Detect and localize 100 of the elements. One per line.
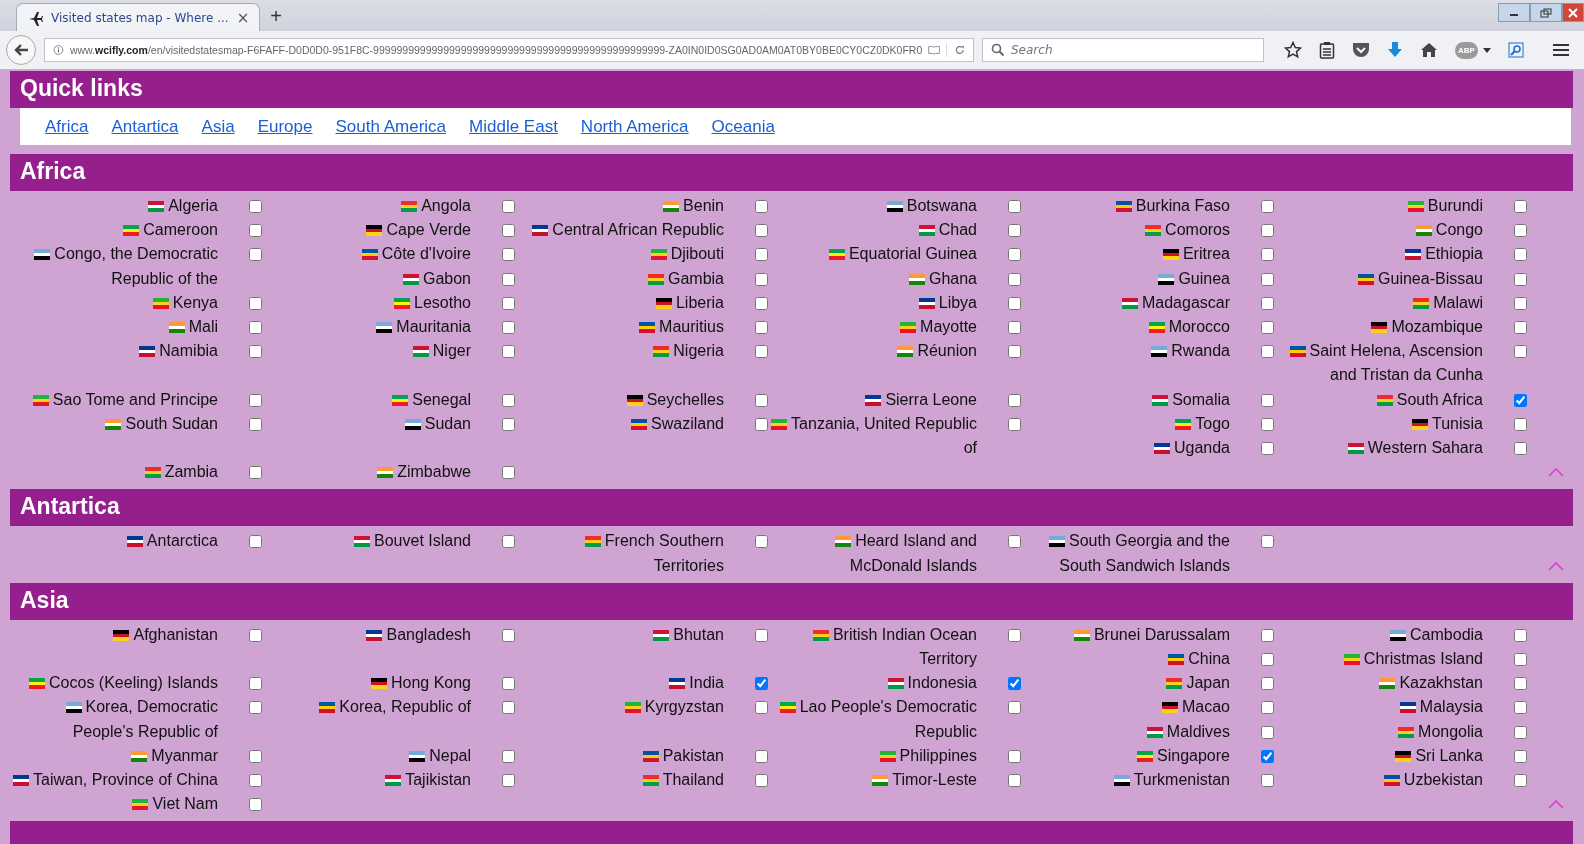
visited-checkbox[interactable] [1261,200,1274,213]
visited-checkbox[interactable] [755,272,768,286]
visited-checkbox[interactable] [1514,628,1527,642]
visited-checkbox[interactable] [1261,321,1274,334]
visited-checkbox[interactable] [1008,321,1021,334]
visited-checkbox[interactable] [755,200,768,213]
visited-checkbox[interactable] [1261,296,1274,310]
visited-checkbox[interactable] [1008,248,1021,262]
menu-icon[interactable] [1552,43,1569,57]
visited-checkbox[interactable] [1008,296,1021,310]
visited-checkbox[interactable] [1514,224,1527,238]
visited-checkbox[interactable] [1514,345,1527,359]
visited-checkbox[interactable] [1261,417,1274,431]
visited-checkbox[interactable] [1514,677,1527,691]
quick-link[interactable]: South America [335,116,447,137]
visited-checkbox[interactable] [249,321,262,334]
visited-checkbox[interactable] [1261,345,1274,359]
visited-checkbox[interactable] [1514,774,1527,788]
quick-link[interactable]: Oceania [711,116,775,137]
visited-checkbox[interactable] [249,393,262,407]
visited-checkbox[interactable] [755,677,768,691]
visited-checkbox[interactable] [1514,442,1527,456]
visited-checkbox[interactable] [502,749,515,763]
visited-checkbox[interactable] [1008,345,1021,359]
visited-checkbox[interactable] [249,677,262,691]
close-window-icon[interactable] [1562,3,1584,22]
visited-checkbox[interactable] [1261,701,1274,715]
visited-checkbox[interactable] [1008,224,1021,238]
visited-checkbox[interactable] [1514,701,1527,715]
visited-checkbox[interactable] [249,466,262,480]
visited-checkbox[interactable] [1008,677,1021,691]
visited-checkbox[interactable] [249,701,262,715]
restore-icon[interactable] [1530,3,1562,22]
visited-checkbox[interactable] [1261,442,1274,456]
star-icon[interactable] [1284,41,1302,59]
visited-checkbox[interactable] [502,296,515,310]
quick-link[interactable]: Africa [45,116,89,137]
clipboard-icon[interactable] [1319,41,1335,59]
visited-checkbox[interactable] [1008,393,1021,407]
minimize-icon[interactable] [1498,3,1530,22]
visited-checkbox[interactable] [755,296,768,310]
visited-checkbox[interactable] [249,628,262,642]
visited-checkbox[interactable] [1261,774,1274,788]
visited-checkbox[interactable] [755,345,768,359]
visited-checkbox[interactable] [502,774,515,788]
visited-checkbox[interactable] [1514,272,1527,286]
visited-checkbox[interactable] [755,321,768,334]
visited-checkbox[interactable] [1261,393,1274,407]
close-tab-button[interactable]: × [236,8,250,27]
new-tab-button[interactable]: + [270,5,282,28]
visited-checkbox[interactable] [249,248,262,262]
visited-checkbox[interactable] [1008,628,1021,642]
search-field[interactable]: Search [982,38,1264,62]
quick-link[interactable]: North America [580,116,689,137]
visited-checkbox[interactable] [1514,417,1527,431]
visited-checkbox[interactable] [502,677,515,691]
visited-checkbox[interactable] [1261,725,1274,739]
visited-checkbox[interactable] [249,774,262,788]
visited-checkbox[interactable] [1261,749,1274,763]
visited-checkbox[interactable] [1008,535,1021,549]
visited-checkbox[interactable] [755,248,768,262]
caret-icon[interactable] [1482,47,1491,53]
visited-checkbox[interactable] [1261,224,1274,238]
visited-checkbox[interactable] [755,701,768,715]
pocket-icon[interactable] [1352,42,1370,58]
back-button[interactable] [6,35,36,65]
visited-checkbox[interactable] [1261,535,1274,549]
visited-checkbox[interactable] [502,345,515,359]
visited-checkbox[interactable] [1514,296,1527,310]
browser-tab[interactable]: Visited states map - Where ... × [16,3,261,31]
reader-view-icon[interactable] [928,43,941,57]
visited-checkbox[interactable] [755,749,768,763]
visited-checkbox[interactable] [249,535,262,549]
quick-link[interactable]: Asia [201,116,235,137]
visited-checkbox[interactable] [502,272,515,286]
visited-checkbox[interactable] [1514,725,1527,739]
info-icon[interactable] [53,42,64,58]
reload-icon[interactable] [946,43,965,57]
visited-checkbox[interactable] [502,321,515,334]
visited-checkbox[interactable] [1261,677,1274,691]
visited-checkbox[interactable] [1514,321,1527,334]
url-text[interactable]: www.wcifly.com/en/visitedstatesmap-F6FAFF-D0D0D0-951F8C-99999999999999999999999999999999999999999999999999-ZA0IN0ID0SG0AD0AM0AT0BY0BE0CY0CZ0DK0FR0 [69,44,923,56]
visited-checkbox[interactable] [1008,701,1021,715]
back-arrow-icon[interactable] [13,43,29,57]
visited-checkbox[interactable] [755,224,768,238]
visited-checkbox[interactable] [1514,393,1527,407]
visited-checkbox[interactable] [249,224,262,238]
visited-checkbox[interactable] [755,774,768,788]
visited-checkbox[interactable] [1514,749,1527,763]
address-bar[interactable]: www.wcifly.com/en/visitedstatesmap-F6FAFF-D0D0D0-951F8C-99999999999999999999999999999999999999999999999999-ZA0IN0ID0SG0AD0AM0AT0BY0BE0CY0CZ0DK0FR0 [44,38,974,62]
quick-link[interactable]: Antartica [111,116,179,137]
visited-checkbox[interactable] [502,628,515,642]
visited-checkbox[interactable] [1514,248,1527,262]
visited-checkbox[interactable] [249,200,262,213]
visited-checkbox[interactable] [1008,272,1021,286]
visited-checkbox[interactable] [1008,774,1021,788]
visited-checkbox[interactable] [1514,653,1527,667]
visited-checkbox[interactable] [755,393,768,407]
magnifier-icon[interactable] [1507,42,1524,58]
visited-checkbox[interactable] [1008,417,1021,431]
